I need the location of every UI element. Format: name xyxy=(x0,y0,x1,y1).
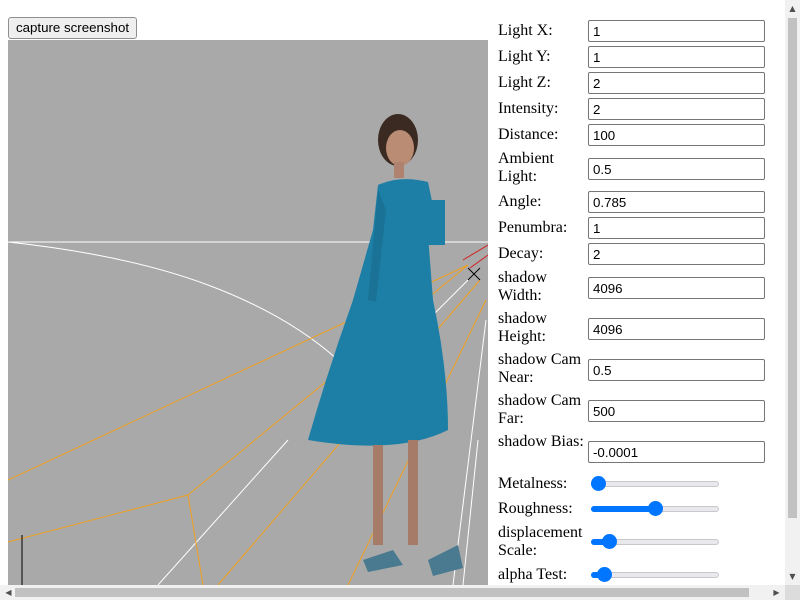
penumbra-input[interactable] xyxy=(588,217,765,239)
shadow-bias-label: shadow Bias: xyxy=(498,433,584,450)
shadow-width-row: shadow Width: xyxy=(498,269,768,305)
angle-input[interactable] xyxy=(588,191,765,213)
slider-thumb[interactable] xyxy=(602,534,618,549)
light-x-input[interactable] xyxy=(588,20,765,42)
displacement-scale-slider[interactable] xyxy=(591,534,719,550)
shadow-bias-input[interactable] xyxy=(588,441,765,463)
displacement-scale-row: displacement Scale: xyxy=(498,524,768,560)
light-z-label: Light Z: xyxy=(498,74,551,91)
ambient-light-label: Ambient Light: xyxy=(498,150,554,185)
shadow-cam-far-label: shadow Cam Far: xyxy=(498,392,582,427)
scroll-left-icon[interactable]: ◀ xyxy=(1,585,16,600)
slider-fill xyxy=(591,506,655,512)
light-z-row: Light Z: xyxy=(498,72,768,94)
vertical-scroll-thumb[interactable] xyxy=(788,18,797,518)
slider-thumb[interactable] xyxy=(596,567,612,582)
scroll-up-icon[interactable]: ▲ xyxy=(785,1,800,16)
shadow-height-row: shadow Height: xyxy=(498,310,768,346)
light-y-label: Light Y: xyxy=(498,48,551,65)
light-y-input[interactable] xyxy=(588,46,765,68)
light-gizmo xyxy=(462,244,488,281)
alpha-test-label: alpha Test: xyxy=(498,566,568,583)
light-z-input[interactable] xyxy=(588,72,765,94)
horizontal-scrollbar[interactable]: ◀ ▶ xyxy=(0,585,785,600)
scene-render xyxy=(8,114,488,585)
shadow-width-label: shadow Width: xyxy=(498,269,547,304)
light-x-row: Light X: xyxy=(498,20,768,42)
shadow-cam-near-label: shadow Cam Near: xyxy=(498,351,582,386)
distance-row: Distance: xyxy=(498,124,768,146)
roughness-slider[interactable] xyxy=(591,501,719,517)
metalness-label: Metalness: xyxy=(498,475,568,492)
intensity-row: Intensity: xyxy=(498,98,768,120)
alpha-test-row: alpha Test: xyxy=(498,566,768,584)
shadow-height-input[interactable] xyxy=(588,318,765,340)
distance-label: Distance: xyxy=(498,126,559,143)
shadow-cam-near-row: shadow Cam Near: xyxy=(498,351,768,387)
slider-thumb[interactable] xyxy=(591,476,606,491)
roughness-row: Roughness: xyxy=(498,500,768,518)
displacement-scale-label: displacement Scale: xyxy=(498,524,583,559)
slider-track xyxy=(591,481,719,487)
penumbra-label: Penumbra: xyxy=(498,219,568,236)
distance-input[interactable] xyxy=(588,124,765,146)
angle-label: Angle: xyxy=(498,193,542,210)
capture-screenshot-button[interactable]: capture screenshot xyxy=(8,17,137,39)
3d-viewport-canvas[interactable] xyxy=(8,40,488,585)
decay-label: Decay: xyxy=(498,245,544,262)
shadow-cam-far-input[interactable] xyxy=(588,400,765,422)
metalness-slider[interactable] xyxy=(591,476,719,492)
light-y-row: Light Y: xyxy=(498,46,768,68)
ambient-light-row: Ambient Light: xyxy=(498,150,768,186)
decay-row: Decay: xyxy=(498,243,768,265)
decay-input[interactable] xyxy=(588,243,765,265)
intensity-input[interactable] xyxy=(588,98,765,120)
scroll-right-icon[interactable]: ▶ xyxy=(769,585,784,600)
intensity-label: Intensity: xyxy=(498,100,559,117)
roughness-label: Roughness: xyxy=(498,500,573,517)
horizontal-scroll-thumb[interactable] xyxy=(15,588,749,597)
angle-row: Angle: xyxy=(498,191,768,213)
light-x-label: Light X: xyxy=(498,22,553,39)
penumbra-row: Penumbra: xyxy=(498,217,768,239)
scrollbar-corner xyxy=(785,585,800,600)
ambient-light-input[interactable] xyxy=(588,158,765,180)
shadow-bias-row: shadow Bias: xyxy=(498,433,768,469)
shadow-height-label: shadow Height: xyxy=(498,310,547,345)
shadow-cam-near-input[interactable] xyxy=(588,359,765,381)
shadow-cam-far-row: shadow Cam Far: xyxy=(498,392,768,428)
slider-thumb[interactable] xyxy=(647,501,663,516)
metalness-row: Metalness: xyxy=(498,475,768,493)
alpha-test-slider[interactable] xyxy=(591,567,719,583)
vertical-scrollbar[interactable]: ▲ ▼ xyxy=(785,0,800,585)
shadow-width-input[interactable] xyxy=(588,277,765,299)
scroll-down-icon[interactable]: ▼ xyxy=(785,569,800,584)
light-settings-panel: Light X: Light Y: Light Z: Intensity: Di… xyxy=(488,0,775,585)
